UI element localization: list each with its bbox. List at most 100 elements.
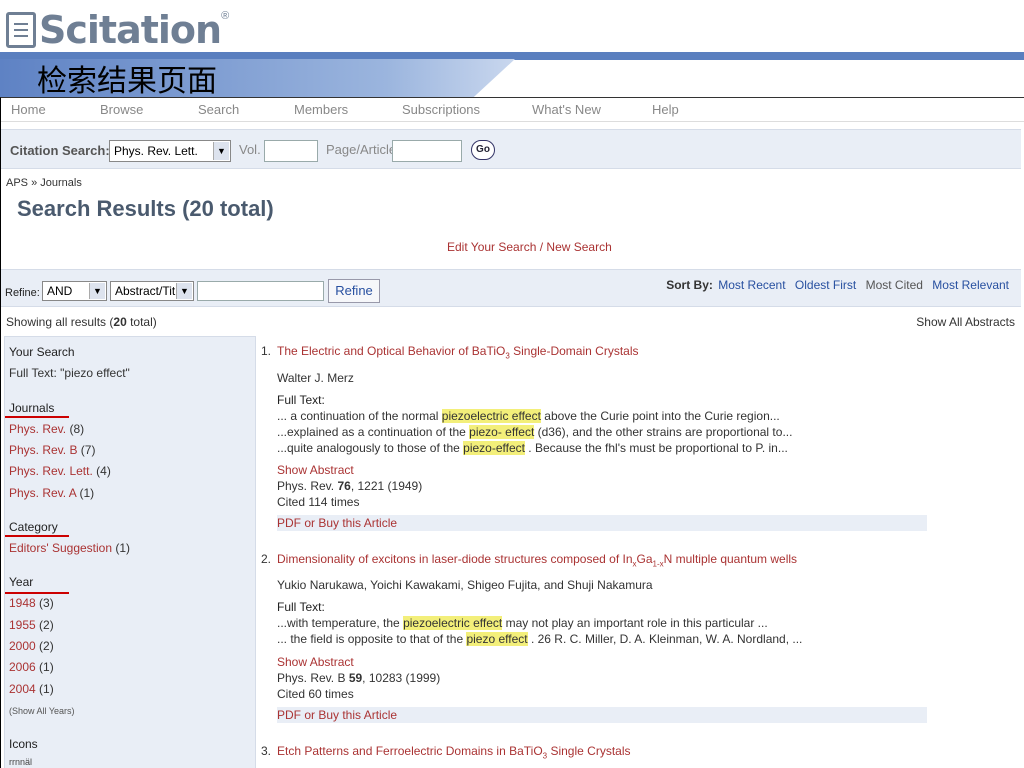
- facet-journal[interactable]: Phys. Rev. B (7): [9, 443, 95, 457]
- category-heading: Category: [9, 520, 58, 534]
- facet-year[interactable]: 2004 (1): [9, 682, 54, 696]
- facet-year[interactable]: 1955 (2): [9, 618, 54, 632]
- pdf-link[interactable]: PDF or Buy this Article: [277, 708, 397, 722]
- snippet-text: . Because the fhl's must be proportional…: [524, 441, 788, 455]
- result-title-link[interactable]: The Electric and Optical Behavior of BaT…: [277, 344, 639, 360]
- go-button[interactable]: Go: [471, 140, 495, 160]
- citation-rest: , 1221 (1949): [350, 479, 423, 493]
- title-text: N multiple quantum wells: [663, 552, 798, 566]
- nav-browse[interactable]: Browse: [100, 102, 143, 117]
- citation-rest: , 10283 (1999): [362, 671, 441, 685]
- chevron-down-icon: ▼: [89, 283, 105, 299]
- title-text: Etch Patterns and Ferroelectric Domains …: [277, 744, 543, 758]
- snippet-text: ... the field is opposite to that of the: [277, 632, 467, 646]
- result-citation: Phys. Rev. B 59, 10283 (1999): [277, 671, 440, 685]
- nav-subscriptions[interactable]: Subscriptions: [402, 102, 480, 117]
- nav-members[interactable]: Members: [294, 102, 348, 117]
- scitation-logo[interactable]: Scitation ®: [6, 8, 229, 52]
- showing-results: Showing all results (20 total): [6, 315, 157, 329]
- journal-select-value: Phys. Rev. Lett.: [114, 144, 198, 158]
- result-number: 3.: [261, 744, 272, 758]
- edit-search-link[interactable]: Edit Your Search / New Search: [447, 240, 612, 254]
- citation-search-bar: Citation Search: Phys. Rev. Lett. ▼ Vol.…: [1, 129, 1021, 169]
- citation-volume: 59: [348, 671, 363, 685]
- sort-oldest-first[interactable]: Oldest First: [795, 278, 856, 292]
- snippet-text: ...explained as a continuation of the: [277, 425, 470, 439]
- nav-search[interactable]: Search: [198, 102, 239, 117]
- title-text: Dimensionality of excitons in laser-diod…: [277, 552, 633, 566]
- nav-home[interactable]: Home: [11, 102, 46, 117]
- facet-name: 2004: [9, 682, 36, 696]
- facet-year[interactable]: 1948 (3): [9, 596, 54, 610]
- refine-bar: Refine: AND ▼ Abstract/Title ▼ Refine So…: [1, 269, 1021, 307]
- vol-label: Vol.: [239, 142, 261, 157]
- result-title-link[interactable]: Dimensionality of excitons in laser-diod…: [277, 552, 797, 568]
- sort-label: Sort By:: [666, 278, 713, 292]
- facet-journal[interactable]: Phys. Rev. (8): [9, 422, 84, 436]
- result-title-link[interactable]: Etch Patterns and Ferroelectric Domains …: [277, 744, 631, 760]
- facet-name: Editors' Suggestion: [9, 541, 113, 555]
- snippet-line: ... the field is opposite to that of the…: [277, 632, 802, 646]
- facet-journal[interactable]: Phys. Rev. A (1): [9, 486, 94, 500]
- facet-count: (1): [35, 682, 54, 696]
- snippet-text: ... a continuation of the normal: [277, 409, 442, 423]
- show-abstract-link[interactable]: Show Abstract: [277, 463, 354, 477]
- chevron-down-icon: ▼: [176, 283, 192, 299]
- icons-fragment: rrnnäl: [9, 757, 33, 767]
- page-article-input[interactable]: [392, 140, 462, 162]
- result-citation: Phys. Rev. 76, 1221 (1949): [277, 479, 422, 493]
- facet-year[interactable]: 2006 (1): [9, 660, 54, 674]
- field-select[interactable]: Abstract/Title ▼: [110, 281, 194, 301]
- show-abstract-link[interactable]: Show Abstract: [277, 655, 354, 669]
- facet-name: Phys. Rev. Lett.: [9, 464, 93, 478]
- operator-select[interactable]: AND ▼: [42, 281, 107, 301]
- facet-count: (1): [112, 541, 131, 555]
- show-all-years-link[interactable]: (Show All Years): [9, 706, 75, 716]
- sort-most-cited[interactable]: Most Cited: [866, 278, 923, 292]
- cited-count: Cited 114 times: [277, 495, 360, 509]
- refine-input[interactable]: [197, 281, 324, 301]
- title-text: Ga: [636, 552, 653, 566]
- facet-name: 2006: [9, 660, 36, 674]
- title-text: Single Crystals: [547, 744, 631, 758]
- citation-search-label: Citation Search:: [10, 143, 110, 158]
- annotation-underline: [5, 535, 69, 537]
- sort-most-recent[interactable]: Most Recent: [718, 278, 785, 292]
- vol-input[interactable]: [264, 140, 318, 162]
- operator-select-value: AND: [47, 284, 73, 298]
- annotation-underline: [5, 592, 69, 594]
- facet-count: (4): [92, 464, 111, 478]
- facet-category[interactable]: Editors' Suggestion (1): [9, 541, 130, 555]
- field-select-value: Abstract/Title: [115, 284, 185, 298]
- facet-count: (8): [66, 422, 85, 436]
- icons-heading: Icons: [9, 737, 38, 751]
- snippet-highlight: piezo effect: [466, 632, 528, 646]
- show-all-abstracts-link[interactable]: Show All Abstracts: [916, 315, 1015, 329]
- breadcrumb[interactable]: APS » Journals: [6, 177, 82, 189]
- logo-text: Scitation: [39, 8, 222, 52]
- showing-post: total): [126, 315, 157, 329]
- refine-button[interactable]: Refine: [328, 279, 380, 303]
- citation-journal: Phys. Rev.: [277, 479, 338, 493]
- showing-pre: Showing all results (: [6, 315, 114, 329]
- nav-help[interactable]: Help: [652, 102, 679, 117]
- snippet-highlight: piezo-effect: [463, 441, 525, 455]
- facet-journal[interactable]: Phys. Rev. Lett. (4): [9, 464, 111, 478]
- pdf-link[interactable]: PDF or Buy this Article: [277, 516, 397, 530]
- sort-most-relevant[interactable]: Most Relevant: [932, 278, 1009, 292]
- snippet-text: may not play an important role in this p…: [502, 616, 768, 630]
- chevron-down-icon: ▼: [213, 142, 229, 160]
- snippet-line: ...quite analogously to those of the pie…: [277, 441, 788, 455]
- result-number: 1.: [261, 344, 272, 358]
- snippet-text: ...with temperature, the: [277, 616, 404, 630]
- facet-year[interactable]: 2000 (2): [9, 639, 54, 653]
- showing-count: 20: [113, 315, 127, 329]
- journal-select[interactable]: Phys. Rev. Lett. ▼: [109, 140, 231, 162]
- result-authors: Yukio Narukawa, Yoichi Kawakami, Shigeo …: [277, 578, 653, 592]
- facet-name: Phys. Rev. B: [9, 443, 78, 457]
- nav-whats-new[interactable]: What's New: [532, 102, 601, 117]
- snippet-highlight: piezo- effect: [469, 425, 535, 439]
- title-text: The Electric and Optical Behavior of BaT…: [277, 344, 506, 358]
- browser-page: Home Browse Search Members Subscriptions…: [0, 97, 1024, 768]
- title-sub: 1-x: [652, 559, 664, 569]
